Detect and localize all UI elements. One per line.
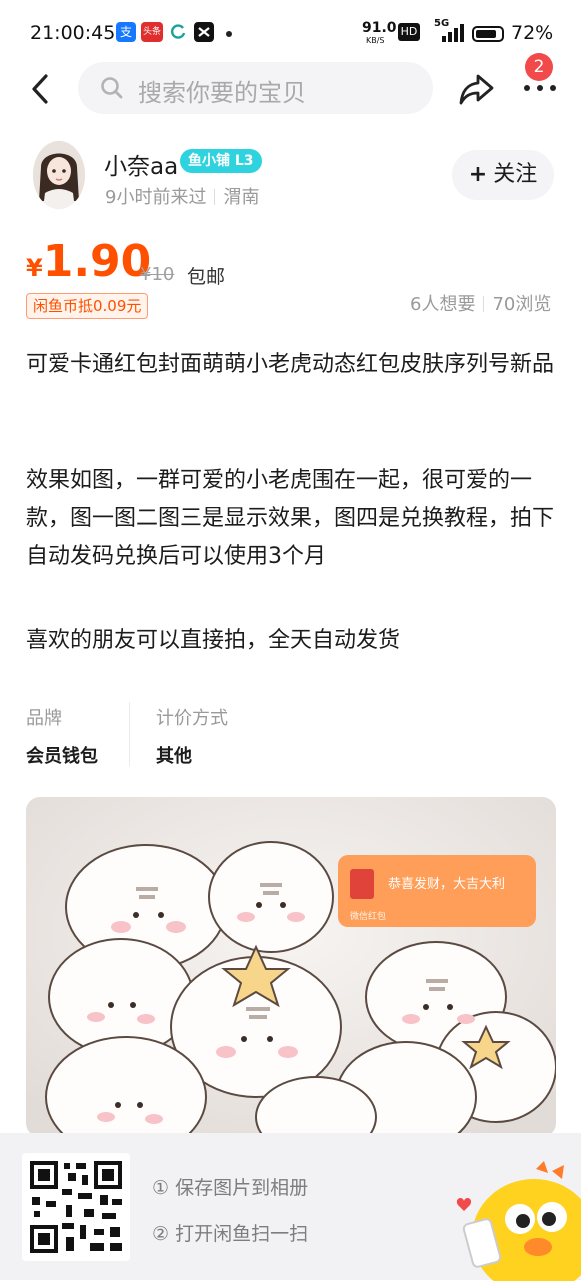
seller-location: 渭南 [223,187,260,208]
brand-label: 品牌 [26,708,62,729]
search-placeholder: 搜索你要的宝贝 [138,79,306,107]
net-speed: 91.0 [362,20,397,36]
save-image-step: ① 保存图片到相册 [152,1177,309,1199]
search-input[interactable]: 搜索你要的宝贝 [78,62,433,114]
red-packet-label: 微信红包 [350,912,387,922]
currency-symbol: ¥ [26,254,43,282]
coin-discount-badge: 闲鱼币抵0.09元 [26,293,149,319]
wants-count: 6人想要 [410,294,476,315]
item-description-note: 喜欢的朋友可以直接拍，全天自动发货 [26,628,401,653]
mascot-icon [448,1161,581,1285]
status-bar: 21:00:45 支 头条 91.0 KB/S HD 5G 72% [0,0,581,64]
toutiao-icon: 头条 [141,22,163,42]
hd-badge: HD [398,23,420,41]
tiger-illustration [26,797,556,1137]
shop-level-badge: 鱼小铺 L3 [180,149,262,173]
follow-label: 关注 [493,162,538,187]
qr-code [22,1153,130,1261]
more-button[interactable] [520,80,560,96]
price-value: 1.90 [42,236,152,287]
product-image[interactable]: 恭喜发财，大吉大利 微信红包 [26,797,556,1137]
item-title: 可爱卡通红包封面萌萌小老虎动态红包皮肤序列号新品 [26,352,555,377]
original-price: ¥10 [140,264,175,285]
status-time: 21:00:45 [30,22,116,44]
refresh-icon [168,22,188,42]
price: ¥1.90 [26,236,151,287]
red-packet-preview: 恭喜发财，大吉大利 微信红包 [338,855,536,927]
search-icon [101,77,123,99]
chevron-left-icon [32,74,48,104]
scan-prompt-panel: ① 保存图片到相册 ② 打开闲鱼扫一扫 [0,1133,581,1285]
follow-button[interactable]: + 关注 [452,150,554,200]
divider [129,702,130,766]
plus-icon: + [468,162,488,187]
more-dot-icon [524,85,530,91]
pricing-value: 其他 [156,746,192,767]
views-count: 70浏览 [492,294,552,315]
item-stats: 6人想要 70浏览 [410,290,551,316]
item-description: 效果如图，一群可爱的小老虎围在一起，很可爱的一款，图一图二图三是显示效果，图四是… [26,468,555,569]
divider [483,296,485,312]
seller-meta: 9小时前来过 渭南 [105,183,259,209]
pricing-label: 计价方式 [156,708,228,729]
share-icon [459,74,494,105]
more-dot-icon [537,85,543,91]
brand-value: 会员钱包 [26,746,98,767]
capcut-icon [194,22,214,42]
alipay-icon: 支 [116,22,136,42]
battery-icon [472,26,504,42]
back-button[interactable] [26,70,60,108]
seller-avatar[interactable] [33,141,85,209]
signal-icon [440,22,464,47]
battery-percent: 72% [511,22,554,44]
seller-name[interactable]: 小奈aa [104,147,178,181]
free-shipping-label: 包邮 [187,266,226,288]
more-dot-icon [550,85,556,91]
share-button[interactable] [456,70,496,108]
notification-badge: 2 [525,53,553,81]
open-scan-step: ② 打开闲鱼扫一扫 [152,1223,309,1245]
status-dot [226,31,232,37]
red-packet-icon [350,869,374,899]
net-unit: KB/S [366,36,385,45]
seller-last-seen: 9小时前来过 [105,187,207,208]
divider [214,189,216,205]
red-packet-greeting: 恭喜发财，大吉大利 [388,877,506,892]
